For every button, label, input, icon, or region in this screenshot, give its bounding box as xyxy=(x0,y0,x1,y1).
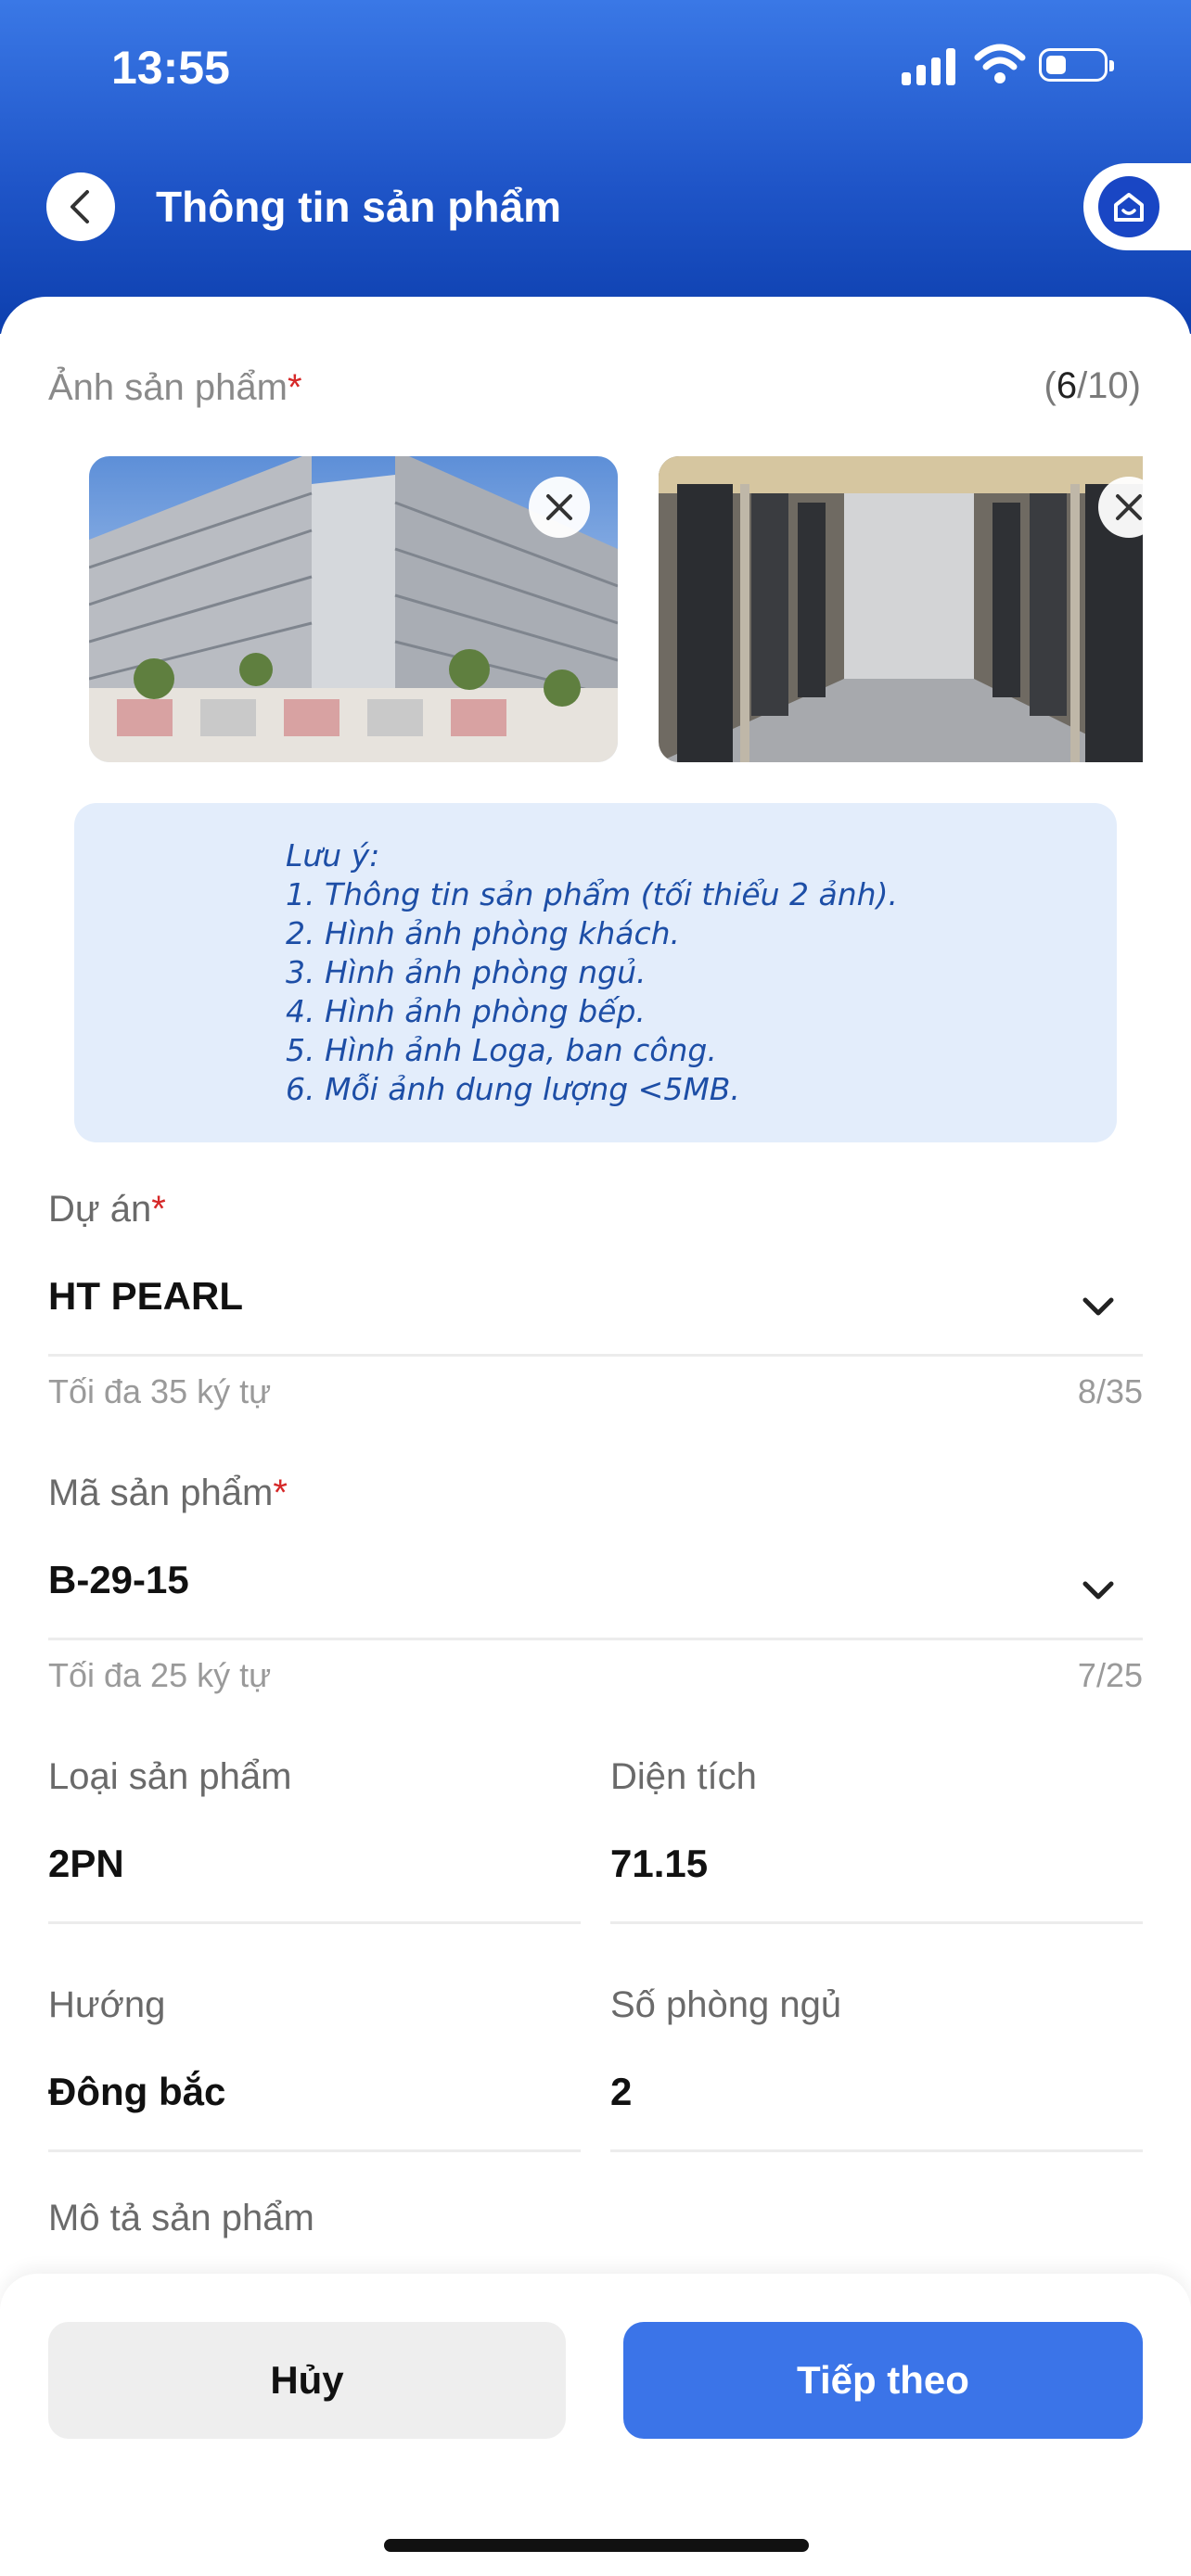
direction-field[interactable]: Đông bắc xyxy=(48,2070,225,2114)
app-header: 13:55 Thông tin sản phẩm xyxy=(0,0,1191,334)
chevron-down-icon[interactable] xyxy=(1080,1289,1117,1326)
photos-label: Ảnh sản phẩm* xyxy=(48,367,302,408)
project-counter: 8/35 xyxy=(1077,1372,1143,1410)
note-line: 2. Hình ảnh phòng khách. xyxy=(286,915,681,951)
wifi-icon xyxy=(974,44,1026,83)
photo-thumbnail[interactable] xyxy=(659,456,1143,762)
note-line: 6. Mỗi ảnh dung lượng <5MB. xyxy=(286,1071,740,1107)
cellular-signal-icon xyxy=(902,48,957,85)
direction-label: Hướng xyxy=(48,1984,166,2025)
remove-photo-button[interactable] xyxy=(529,477,590,538)
photo-thumbnail[interactable] xyxy=(89,456,618,762)
home-icon xyxy=(1114,193,1144,222)
cancel-button[interactable]: Hủy xyxy=(48,2322,566,2439)
home-button[interactable] xyxy=(1083,163,1191,250)
product-code-hint: Tối đa 25 ký tự xyxy=(48,1656,272,1694)
project-label: Dự án* xyxy=(48,1189,166,1230)
status-time: 13:55 xyxy=(111,42,230,94)
divider xyxy=(48,2149,581,2152)
divider xyxy=(48,1921,581,1924)
chevron-down-icon[interactable] xyxy=(1080,1573,1117,1610)
bedrooms-field[interactable]: 2 xyxy=(610,2070,632,2114)
back-button[interactable] xyxy=(46,172,115,241)
note-line: 4. Hình ảnh phòng bếp. xyxy=(286,993,646,1029)
note-line: 1. Thông tin sản phẩm (tối thiểu 2 ảnh). xyxy=(286,876,898,912)
divider xyxy=(48,1638,1143,1640)
project-select[interactable]: HT PEARL xyxy=(48,1274,243,1319)
divider xyxy=(610,1921,1143,1924)
product-type-field[interactable]: 2PN xyxy=(48,1842,124,1886)
product-code-counter: 7/25 xyxy=(1077,1656,1143,1694)
battery-icon xyxy=(1039,48,1114,82)
product-code-select[interactable]: B-29-15 xyxy=(48,1558,189,1602)
close-icon xyxy=(546,494,572,520)
close-icon xyxy=(1116,494,1142,520)
note-line: 5. Hình ảnh Loga, ban công. xyxy=(286,1032,717,1068)
home-indicator xyxy=(384,2539,809,2552)
page-title: Thông tin sản phẩm xyxy=(156,183,561,231)
upload-note: Lưu ý: 1. Thông tin sản phẩm (tối thiểu … xyxy=(74,803,1117,1142)
note-line: Lưu ý: xyxy=(286,837,380,874)
product-type-label: Loại sản phẩm xyxy=(48,1756,292,1797)
project-hint: Tối đa 35 ký tự xyxy=(48,1372,272,1410)
product-code-label: Mã sản phẩm* xyxy=(48,1473,288,1513)
elevator-lobby-photo xyxy=(659,456,1143,762)
area-label: Diện tích xyxy=(610,1756,757,1797)
description-label: Mô tả sản phẩm xyxy=(48,2198,314,2238)
chevron-left-icon xyxy=(70,190,89,223)
bedrooms-label: Số phòng ngủ xyxy=(610,1984,842,2025)
divider xyxy=(610,2149,1143,2152)
photo-counter: (6/10) xyxy=(1044,365,1141,406)
divider xyxy=(48,1354,1143,1357)
next-button[interactable]: Tiếp theo xyxy=(623,2322,1143,2439)
area-field[interactable]: 71.15 xyxy=(610,1842,708,1886)
note-line: 3. Hình ảnh phòng ngủ. xyxy=(286,954,647,990)
